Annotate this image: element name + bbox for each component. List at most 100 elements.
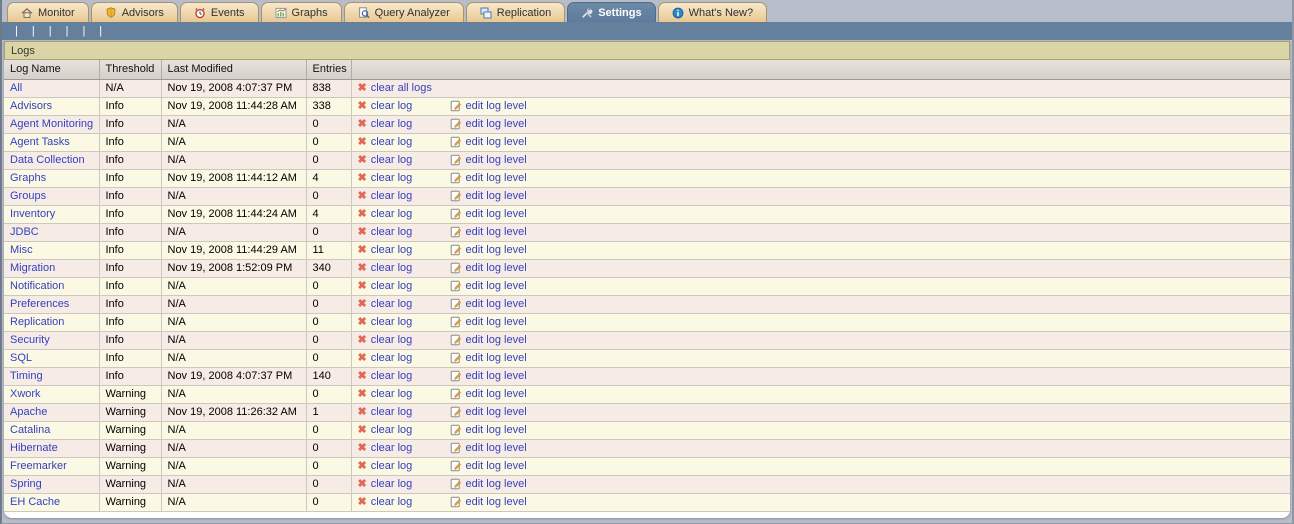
clear-log-link[interactable]: ✖ clear log: [358, 190, 434, 202]
edit-log-level-link[interactable]: edit log level: [450, 334, 527, 346]
tab[interactable]: Events: [180, 2, 259, 22]
clear-log-link[interactable]: ✖ clear log: [358, 154, 434, 166]
clear-log-link[interactable]: ✖ clear all logs: [358, 82, 434, 94]
clear-log-link[interactable]: ✖ clear log: [358, 262, 434, 274]
edit-page-icon: [450, 244, 462, 256]
separator: |: [99, 25, 102, 37]
clear-log-label: clear log: [371, 406, 413, 418]
threshold-value: Info: [99, 277, 161, 295]
log-name-link[interactable]: Graphs: [10, 172, 46, 184]
log-name-link[interactable]: Inventory: [10, 208, 55, 220]
log-name-link[interactable]: Misc: [10, 244, 33, 256]
edit-log-level-link[interactable]: edit log level: [450, 316, 527, 328]
log-name-link[interactable]: Notification: [10, 280, 64, 292]
last-modified-value: Nov 19, 2008 1:52:09 PM: [161, 259, 306, 277]
log-name-link[interactable]: Migration: [10, 262, 55, 274]
edit-log-level-link[interactable]: edit log level: [450, 406, 527, 418]
log-name-link[interactable]: Timing: [10, 370, 43, 382]
edit-log-level-link[interactable]: edit log level: [450, 496, 527, 508]
log-name-link[interactable]: Preferences: [10, 298, 69, 310]
edit-log-level-link[interactable]: edit log level: [450, 442, 527, 454]
edit-log-level-link[interactable]: edit log level: [450, 424, 527, 436]
edit-log-level-link[interactable]: edit log level: [450, 190, 527, 202]
entries-count: 0: [306, 439, 351, 457]
edit-log-level-link[interactable]: edit log level: [450, 298, 527, 310]
edit-page-icon: [450, 154, 462, 166]
clear-log-link[interactable]: ✖ clear log: [358, 496, 434, 508]
edit-log-level-link[interactable]: edit log level: [450, 370, 527, 382]
clear-log-link[interactable]: ✖ clear log: [358, 226, 434, 238]
clear-log-link[interactable]: ✖ clear log: [358, 406, 434, 418]
log-name-link[interactable]: Freemarker: [10, 460, 67, 472]
edit-log-level-link[interactable]: edit log level: [450, 478, 527, 490]
edit-log-level-link[interactable]: edit log level: [450, 226, 527, 238]
log-name-link[interactable]: SQL: [10, 352, 32, 364]
column-header-threshold: Threshold: [99, 60, 161, 79]
clear-log-link[interactable]: ✖ clear log: [358, 172, 434, 184]
clear-log-link[interactable]: ✖ clear log: [358, 478, 434, 490]
clear-log-link[interactable]: ✖ clear log: [358, 244, 434, 256]
log-name-link[interactable]: Catalina: [10, 424, 50, 436]
log-name-link[interactable]: Hibernate: [10, 442, 58, 454]
clear-log-link[interactable]: ✖ clear log: [358, 388, 434, 400]
log-name-link[interactable]: Spring: [10, 478, 42, 490]
edit-log-level-link[interactable]: edit log level: [450, 460, 527, 472]
edit-log-level-link[interactable]: edit log level: [450, 262, 527, 274]
log-name-link[interactable]: Xwork: [10, 388, 41, 400]
clear-log-link[interactable]: ✖ clear log: [358, 370, 434, 382]
tab[interactable]: Replication: [466, 2, 565, 22]
log-name-link[interactable]: Security: [10, 334, 50, 346]
clear-log-link[interactable]: ✖ clear log: [358, 100, 434, 112]
clear-log-link[interactable]: ✖ clear log: [358, 208, 434, 220]
clear-x-icon: ✖: [358, 425, 367, 436]
log-name-link[interactable]: Agent Tasks: [10, 136, 70, 148]
log-name-link[interactable]: All: [10, 82, 22, 94]
log-name-link[interactable]: JDBC: [10, 226, 39, 238]
log-name-link[interactable]: Apache: [10, 406, 47, 418]
log-name-link[interactable]: EH Cache: [10, 496, 60, 508]
edit-log-level-link[interactable]: edit log level: [450, 208, 527, 220]
clear-log-link[interactable]: ✖ clear log: [358, 316, 434, 328]
clear-x-icon: ✖: [358, 245, 367, 256]
clear-log-link[interactable]: ✖ clear log: [358, 352, 434, 364]
clear-log-link[interactable]: ✖ clear log: [358, 424, 434, 436]
edit-log-level-link[interactable]: edit log level: [450, 280, 527, 292]
log-name-link[interactable]: Replication: [10, 316, 64, 328]
threshold-value: Info: [99, 151, 161, 169]
clear-x-icon: ✖: [358, 227, 367, 238]
log-name-link[interactable]: Groups: [10, 190, 46, 202]
threshold-value: N/A: [99, 79, 161, 97]
clear-log-link[interactable]: ✖ clear log: [358, 442, 434, 454]
edit-log-level-link[interactable]: edit log level: [450, 244, 527, 256]
edit-log-level-link[interactable]: edit log level: [450, 100, 527, 112]
log-name-link[interactable]: Data Collection: [10, 154, 85, 166]
last-modified-value: Nov 19, 2008 4:07:37 PM: [161, 367, 306, 385]
edit-log-level-link[interactable]: edit log level: [450, 388, 527, 400]
edit-log-level-link[interactable]: edit log level: [450, 118, 527, 130]
clear-log-link[interactable]: ✖ clear log: [358, 136, 434, 148]
tab[interactable]: Settings: [567, 2, 655, 22]
tab[interactable]: Monitor: [7, 2, 89, 22]
last-modified-value: Nov 19, 2008 11:44:24 AM: [161, 205, 306, 223]
clear-log-link[interactable]: ✖ clear log: [358, 280, 434, 292]
log-name-link[interactable]: Agent Monitoring: [10, 118, 93, 130]
edit-log-level-link[interactable]: edit log level: [450, 172, 527, 184]
edit-log-level-link[interactable]: edit log level: [450, 154, 527, 166]
tab[interactable]: Query Analyzer: [344, 2, 464, 22]
clear-log-link[interactable]: ✖ clear log: [358, 334, 434, 346]
clear-log-link[interactable]: ✖ clear log: [358, 460, 434, 472]
row-actions: ✖ clear log edit log level: [358, 298, 1285, 310]
last-modified-value: N/A: [161, 457, 306, 475]
tab[interactable]: Advisors: [91, 2, 178, 22]
log-name-link[interactable]: Advisors: [10, 100, 52, 112]
replication-icon: [480, 7, 492, 19]
table-row: Catalina Warning N/A 0 ✖ clear log: [4, 421, 1290, 439]
edit-log-level-link[interactable]: edit log level: [450, 136, 527, 148]
tab[interactable]: What's New?: [658, 2, 767, 22]
tab[interactable]: Graphs: [261, 2, 342, 22]
table-row: Xwork Warning N/A 0 ✖ clear log: [4, 385, 1290, 403]
clear-log-link[interactable]: ✖ clear log: [358, 118, 434, 130]
clear-x-icon: ✖: [358, 263, 367, 274]
clear-log-link[interactable]: ✖ clear log: [358, 298, 434, 310]
edit-log-level-link[interactable]: edit log level: [450, 352, 527, 364]
